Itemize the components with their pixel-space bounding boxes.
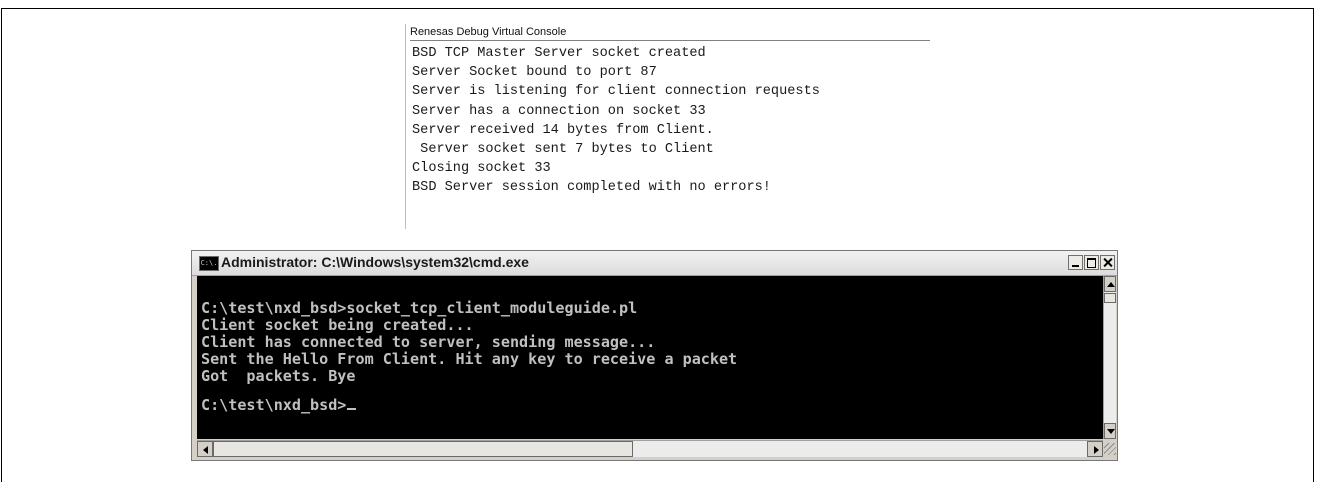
- scroll-right-button[interactable]: [1087, 441, 1103, 457]
- console-line: Server is listening for client connectio…: [412, 84, 820, 100]
- cmd-line: Sent the Hello From Client. Hit any key …: [201, 350, 738, 368]
- cmd-line: Client has connected to server, sending …: [201, 333, 656, 351]
- arrow-right-icon: [1094, 446, 1099, 454]
- resize-grip-icon[interactable]: [1104, 443, 1116, 455]
- horizontal-scrollbar[interactable]: [197, 440, 1103, 457]
- cmd-window[interactable]: C:\. Administrator: C:\Windows\system32\…: [191, 250, 1118, 461]
- console-line: Server has a connection on socket 33: [412, 103, 706, 119]
- arrow-left-icon: [203, 446, 208, 454]
- console-line: BSD TCP Master Server socket created: [412, 46, 706, 61]
- maximize-button[interactable]: [1084, 255, 1099, 270]
- arrow-down-icon: [1107, 429, 1115, 434]
- cmd-prompt: C:\test\nxd_bsd>: [201, 396, 347, 414]
- debug-virtual-console: Renesas Debug Virtual Console BSD TCP Ma…: [405, 24, 932, 229]
- cmd-line: Client socket being created...: [201, 316, 474, 334]
- arrow-up-icon: [1107, 282, 1115, 287]
- console-line: BSD Server session completed with no err…: [412, 180, 771, 196]
- vertical-scroll-thumb[interactable]: [1104, 293, 1116, 303]
- minimize-button[interactable]: [1068, 255, 1083, 270]
- cmd-icon[interactable]: C:\.: [199, 256, 219, 271]
- console-line: Server Socket bound to port 87: [412, 65, 657, 81]
- console-line: Server received 14 bytes from Client.: [412, 122, 714, 138]
- vertical-scrollbar[interactable]: [1103, 276, 1116, 439]
- cmd-line: C:\test\nxd_bsd>socket_tcp_client_module…: [201, 299, 638, 317]
- console-line: Closing socket 33: [412, 161, 551, 177]
- console-line: Server socket sent 7 bytes to Client: [412, 141, 714, 157]
- scroll-left-button[interactable]: [197, 441, 213, 457]
- cmd-line: Got packets. Bye: [201, 367, 356, 385]
- text-cursor: [347, 408, 357, 410]
- horizontal-scroll-thumb[interactable]: [213, 441, 633, 457]
- close-button[interactable]: [1100, 255, 1115, 270]
- scroll-up-button[interactable]: [1104, 276, 1116, 292]
- cmd-console-area[interactable]: C:\test\nxd_bsd>socket_tcp_client_module…: [197, 276, 1103, 439]
- debug-console-output: BSD TCP Master Server socket created Ser…: [412, 44, 820, 198]
- cmd-titlebar[interactable]: C:\. Administrator: C:\Windows\system32\…: [192, 251, 1117, 276]
- cmd-prompt-line[interactable]: C:\test\nxd_bsd>: [201, 397, 737, 414]
- scroll-down-button[interactable]: [1104, 423, 1116, 439]
- window-title: Administrator: C:\Windows\system32\cmd.e…: [221, 254, 529, 270]
- debug-console-title: Renesas Debug Virtual Console: [410, 26, 930, 41]
